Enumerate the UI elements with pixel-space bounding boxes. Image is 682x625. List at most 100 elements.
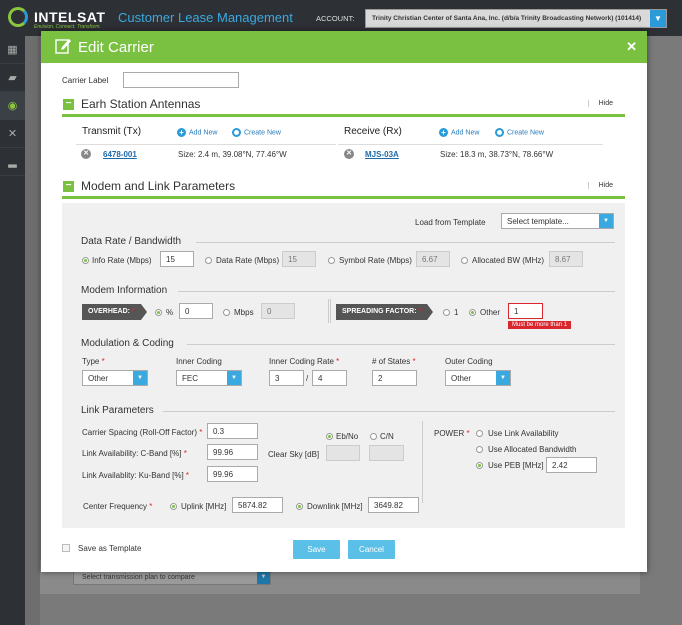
inner-coding-value: FEC bbox=[182, 374, 198, 383]
required-marker: * bbox=[466, 429, 470, 438]
save-template-checkbox[interactable] bbox=[62, 544, 70, 552]
save-button[interactable]: Save bbox=[293, 540, 340, 559]
required-marker: * bbox=[149, 502, 153, 511]
inner-coding-select[interactable]: FEC ▼ bbox=[176, 370, 242, 386]
required-marker: * bbox=[101, 357, 105, 366]
overhead-mbps-radio[interactable] bbox=[223, 309, 230, 316]
carrier-spacing-input[interactable]: 0.3 bbox=[207, 423, 258, 439]
states-input[interactable]: 2 bbox=[372, 370, 417, 386]
uplink-radio[interactable] bbox=[170, 503, 177, 510]
power-link-availability-radio[interactable] bbox=[476, 430, 483, 437]
symbol-rate-label: Symbol Rate (Mbps) bbox=[339, 256, 412, 265]
cn-input[interactable] bbox=[369, 445, 404, 461]
cancel-button[interactable]: Cancel bbox=[348, 540, 395, 559]
overhead-percent-radio[interactable] bbox=[155, 309, 162, 316]
inner-rate-denominator-input[interactable]: 4 bbox=[312, 370, 347, 386]
spreading-one-radio[interactable] bbox=[443, 309, 450, 316]
template-select[interactable]: Select template... ▼ bbox=[501, 213, 614, 229]
data-rate-title: Data Rate / Bandwidth bbox=[81, 236, 182, 247]
outer-coding-select[interactable]: Other ▼ bbox=[445, 370, 511, 386]
required-marker: * bbox=[199, 428, 203, 437]
allocated-bw-input[interactable]: 8.67 bbox=[549, 251, 583, 267]
c-band-input[interactable]: 99.96 bbox=[207, 444, 258, 460]
ku-band-input[interactable]: 99.96 bbox=[207, 466, 258, 482]
divider bbox=[328, 299, 329, 323]
logo-mark-icon bbox=[8, 7, 28, 27]
satellite-icon[interactable]: ✕ bbox=[0, 120, 25, 148]
modem-hide-link[interactable]: Hide bbox=[587, 182, 613, 189]
collapse-icon[interactable]: − bbox=[63, 99, 74, 110]
spreading-factor-label: SPREADING FACTOR: bbox=[342, 308, 417, 315]
data-rate-radio[interactable] bbox=[205, 257, 212, 264]
symbol-rate-input[interactable]: 6.67 bbox=[416, 251, 450, 267]
account-value: Trinity Christian Center of Santa Ana, I… bbox=[372, 15, 642, 22]
required-marker: * bbox=[185, 471, 190, 480]
tx-create-new-link[interactable]: Create New bbox=[232, 128, 281, 137]
info-rate-input[interactable]: 15 bbox=[160, 251, 194, 267]
spreading-other-input[interactable]: 1 bbox=[508, 303, 543, 319]
rx-add-new-link[interactable]: + Add New bbox=[439, 128, 479, 137]
overhead-percent-input[interactable]: 0 bbox=[179, 303, 213, 319]
carrier-label-input[interactable] bbox=[123, 72, 239, 88]
template-placeholder: Select template... bbox=[507, 217, 569, 226]
power-allocated-bw-radio[interactable] bbox=[476, 446, 483, 453]
uplink-input[interactable]: 5874.82 bbox=[232, 497, 283, 513]
chevron-down-icon[interactable]: ▼ bbox=[227, 371, 241, 385]
rx-antenna-link[interactable]: MJS-03A bbox=[365, 150, 399, 159]
ground-station-icon[interactable]: ▂ bbox=[0, 148, 25, 176]
save-template-label: Save as Template bbox=[78, 544, 142, 553]
plus-icon: + bbox=[177, 128, 186, 137]
spreading-other-radio[interactable] bbox=[469, 309, 476, 316]
dashboard-icon[interactable]: ▦ bbox=[0, 36, 25, 64]
peb-input[interactable]: 2.42 bbox=[546, 457, 597, 473]
allocated-bw-radio[interactable] bbox=[461, 257, 468, 264]
ebno-input[interactable] bbox=[326, 445, 360, 461]
chevron-down-icon[interactable]: ▼ bbox=[133, 371, 147, 385]
collapse-icon[interactable]: − bbox=[63, 181, 74, 192]
earth-station-hide-link[interactable]: Hide bbox=[587, 100, 613, 107]
data-rate-input[interactable]: 15 bbox=[282, 251, 316, 267]
remove-icon[interactable]: ✕ bbox=[81, 149, 91, 159]
inner-rate-numerator-input[interactable]: 3 bbox=[269, 370, 304, 386]
tx-antenna-size: Size: 2.4 m, 39.08°N, 77.46°W bbox=[178, 150, 287, 159]
type-select[interactable]: Other ▼ bbox=[82, 370, 148, 386]
ebno-radio[interactable] bbox=[326, 433, 333, 440]
rx-create-new-link[interactable]: Create New bbox=[495, 128, 544, 137]
app-title: Customer Lease Management bbox=[118, 10, 293, 25]
cn-radio[interactable] bbox=[370, 433, 377, 440]
mbps-label: Mbps bbox=[234, 308, 254, 317]
tx-create-new-label: Create New bbox=[244, 129, 281, 137]
info-rate-radio[interactable] bbox=[82, 257, 89, 264]
symbol-rate-radio[interactable] bbox=[328, 257, 335, 264]
chevron-down-icon[interactable]: ▼ bbox=[496, 371, 510, 385]
transmission-plan-select[interactable]: Select transmission plan to compare ▼ bbox=[73, 570, 271, 585]
account-select[interactable]: Trinity Christian Center of Santa Ana, I… bbox=[365, 9, 667, 28]
load-template-label: Load from Template bbox=[415, 218, 486, 227]
tx-add-new-link[interactable]: + Add New bbox=[177, 128, 217, 137]
downlink-radio[interactable] bbox=[296, 503, 303, 510]
power-peb-radio[interactable] bbox=[476, 462, 483, 469]
info-rate-label: Info Rate (Mbps) bbox=[92, 256, 152, 265]
antenna-icon[interactable]: ◉ bbox=[0, 92, 25, 120]
states-label-text: # of States bbox=[372, 357, 411, 366]
modem-title: Modem and Link Parameters bbox=[81, 179, 236, 193]
remove-icon[interactable]: ✕ bbox=[344, 149, 354, 159]
power-label-text: POWER bbox=[434, 429, 465, 438]
downlink-input[interactable]: 3649.82 bbox=[368, 497, 419, 513]
modal-title: Edit Carrier bbox=[78, 39, 154, 56]
center-freq-label: Center Frequency * bbox=[83, 502, 152, 511]
outer-coding-label: Outer Coding bbox=[445, 357, 493, 366]
tx-add-new-label: Add New bbox=[189, 129, 218, 137]
tx-antenna-link[interactable]: 6478-001 bbox=[103, 150, 137, 159]
inner-rate-label-text: Inner Coding Rate bbox=[269, 357, 334, 366]
chevron-down-icon[interactable]: ▼ bbox=[257, 571, 270, 584]
chevron-down-icon[interactable]: ▼ bbox=[599, 214, 613, 228]
type-label-text: Type bbox=[82, 357, 100, 366]
chevron-down-icon[interactable]: ▼ bbox=[650, 10, 666, 27]
close-icon[interactable]: ✕ bbox=[626, 39, 637, 55]
center-freq-label-text: Center Frequency bbox=[83, 502, 148, 511]
rx-antenna-row: ✕ MJS-03A Size: 18.3 m, 38.73°N, 78.66°W bbox=[338, 144, 603, 162]
briefcase-icon[interactable]: ▰ bbox=[0, 64, 25, 92]
overhead-mbps-input[interactable]: 0 bbox=[261, 303, 295, 319]
c-band-label-text: Link Availability: C-Band [%] bbox=[82, 449, 182, 458]
